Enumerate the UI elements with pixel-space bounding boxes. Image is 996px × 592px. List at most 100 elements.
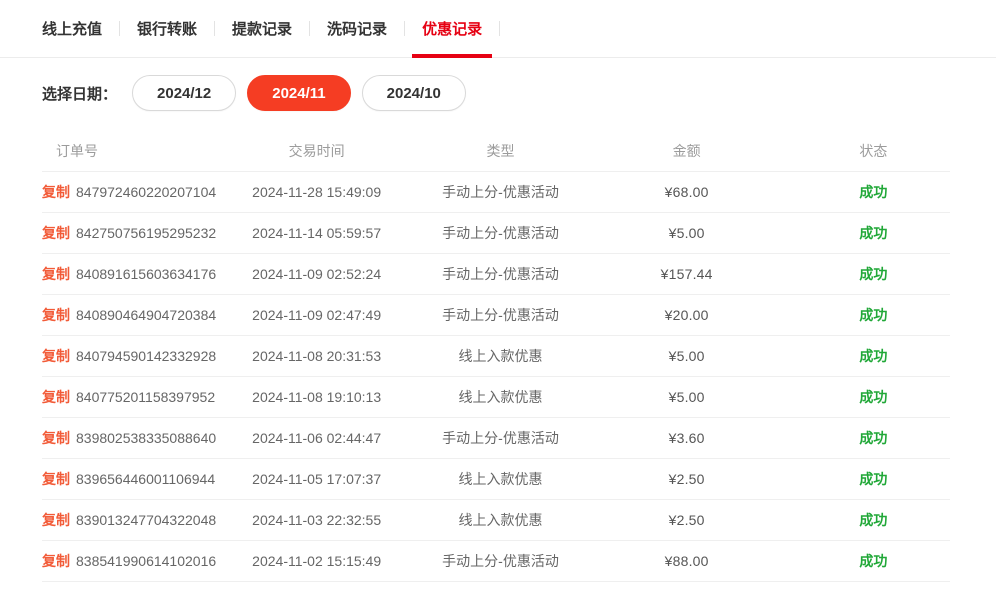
copy-button[interactable]: 复制 <box>42 305 70 325</box>
table-row: 复制 838541990614102016 2024-11-02 15:15:4… <box>42 541 950 582</box>
transaction-time: 2024-11-05 17:07:37 <box>233 471 401 487</box>
order-id-text: 847972460220207104 <box>76 184 216 200</box>
date-filter: 2024/12 2024/11 2024/10 <box>121 75 466 111</box>
transaction-time: 2024-11-02 15:15:49 <box>233 553 401 569</box>
order-cell: 复制 838541990614102016 <box>42 551 233 571</box>
tab-withdrawal-records[interactable]: 提款记录 <box>215 0 309 57</box>
transaction-time: 2024-11-06 02:44:47 <box>233 430 401 446</box>
status-label: 成功 <box>773 182 950 202</box>
table-header-row: 订单号 交易时间 类型 金额 状态 <box>42 130 950 172</box>
copy-button[interactable]: 复制 <box>42 223 70 243</box>
column-header-amount: 金额 <box>600 141 773 161</box>
tab-bank-transfer[interactable]: 银行转账 <box>120 0 214 57</box>
amount-value: ¥68.00 <box>600 184 773 200</box>
amount-value: ¥5.00 <box>600 225 773 241</box>
transaction-time: 2024-11-14 05:59:57 <box>233 225 401 241</box>
status-label: 成功 <box>773 510 950 530</box>
table-row: 复制 839656446001106944 2024-11-05 17:07:3… <box>42 459 950 500</box>
tab-label: 银行转账 <box>137 18 197 39</box>
transaction-time: 2024-11-08 19:10:13 <box>233 389 401 405</box>
column-header-order-id: 订单号 <box>42 141 233 161</box>
amount-value: ¥2.50 <box>600 512 773 528</box>
table-row: 复制 839802538335088640 2024-11-06 02:44:4… <box>42 418 950 459</box>
table-row: 复制 840891615603634176 2024-11-09 02:52:2… <box>42 254 950 295</box>
order-cell: 复制 840794590142332928 <box>42 346 233 366</box>
date-pill-label: 2024/11 <box>272 85 325 102</box>
order-id-text: 840794590142332928 <box>76 348 216 364</box>
tab-promotion-records[interactable]: 优惠记录 <box>405 0 499 57</box>
transaction-time: 2024-11-09 02:52:24 <box>233 266 401 282</box>
transaction-type: 手动上分-优惠活动 <box>401 305 601 325</box>
transaction-type: 手动上分-优惠活动 <box>401 264 601 284</box>
date-filter-label: 选择日期： <box>42 83 117 104</box>
table-row: 复制 840794590142332928 2024-11-08 20:31:5… <box>42 336 950 377</box>
order-cell: 复制 839013247704322048 <box>42 510 233 530</box>
copy-button[interactable]: 复制 <box>42 428 70 448</box>
order-cell: 复制 840891615603634176 <box>42 264 233 284</box>
tab-label: 提款记录 <box>232 18 292 39</box>
order-cell: 复制 839656446001106944 <box>42 469 233 489</box>
tab-rebate-records[interactable]: 洗码记录 <box>310 0 404 57</box>
table-row: 复制 840775201158397952 2024-11-08 19:10:1… <box>42 377 950 418</box>
copy-button[interactable]: 复制 <box>42 469 70 489</box>
status-label: 成功 <box>773 264 950 284</box>
transaction-type: 线上入款优惠 <box>401 346 601 366</box>
tab-divider <box>499 21 500 36</box>
copy-button[interactable]: 复制 <box>42 510 70 530</box>
transaction-type: 线上入款优惠 <box>401 510 601 530</box>
transaction-type: 手动上分-优惠活动 <box>401 428 601 448</box>
transaction-time: 2024-11-28 15:49:09 <box>233 184 401 200</box>
transaction-type: 手动上分-优惠活动 <box>401 551 601 571</box>
copy-button[interactable]: 复制 <box>42 387 70 407</box>
status-label: 成功 <box>773 387 950 407</box>
copy-button[interactable]: 复制 <box>42 264 70 284</box>
records-table: 订单号 交易时间 类型 金额 状态 复制 847972460220207104 … <box>42 111 950 582</box>
transaction-time: 2024-11-09 02:47:49 <box>233 307 401 323</box>
tab-bar: 线上充值 银行转账 提款记录 洗码记录 优惠记录 <box>0 0 996 58</box>
date-pill-2024-11[interactable]: 2024/11 <box>247 75 350 111</box>
order-id-text: 838541990614102016 <box>76 553 216 569</box>
status-label: 成功 <box>773 428 950 448</box>
amount-value: ¥20.00 <box>600 307 773 323</box>
transaction-time: 2024-11-08 20:31:53 <box>233 348 401 364</box>
amount-value: ¥157.44 <box>600 266 773 282</box>
tab-online-recharge[interactable]: 线上充值 <box>42 0 119 57</box>
column-header-status: 状态 <box>773 141 950 161</box>
order-id-text: 839013247704322048 <box>76 512 216 528</box>
amount-value: ¥2.50 <box>600 471 773 487</box>
column-header-type: 类型 <box>401 141 601 161</box>
tab-label: 洗码记录 <box>327 18 387 39</box>
table-row: 复制 839013247704322048 2024-11-03 22:32:5… <box>42 500 950 541</box>
order-cell: 复制 842750756195295232 <box>42 223 233 243</box>
amount-value: ¥3.60 <box>600 430 773 446</box>
order-id-text: 840890464904720384 <box>76 307 216 323</box>
transaction-type: 手动上分-优惠活动 <box>401 182 601 202</box>
amount-value: ¥88.00 <box>600 553 773 569</box>
column-header-time: 交易时间 <box>233 141 401 161</box>
status-label: 成功 <box>773 305 950 325</box>
order-cell: 复制 847972460220207104 <box>42 182 233 202</box>
table-body: 复制 847972460220207104 2024-11-28 15:49:0… <box>42 172 950 582</box>
copy-button[interactable]: 复制 <box>42 346 70 366</box>
order-id-text: 839802538335088640 <box>76 430 216 446</box>
transaction-type: 手动上分-优惠活动 <box>401 223 601 243</box>
copy-button[interactable]: 复制 <box>42 551 70 571</box>
date-pill-label: 2024/10 <box>387 85 441 102</box>
table-row: 复制 842750756195295232 2024-11-14 05:59:5… <box>42 213 950 254</box>
date-pill-2024-10[interactable]: 2024/10 <box>362 75 466 111</box>
status-label: 成功 <box>773 469 950 489</box>
tab-label: 优惠记录 <box>422 18 482 39</box>
table-row: 复制 840890464904720384 2024-11-09 02:47:4… <box>42 295 950 336</box>
order-id-text: 839656446001106944 <box>76 471 215 487</box>
table-row: 复制 847972460220207104 2024-11-28 15:49:0… <box>42 172 950 213</box>
order-cell: 复制 840890464904720384 <box>42 305 233 325</box>
copy-button[interactable]: 复制 <box>42 182 70 202</box>
status-label: 成功 <box>773 223 950 243</box>
transaction-type: 线上入款优惠 <box>401 469 601 489</box>
order-id-text: 842750756195295232 <box>76 225 216 241</box>
order-id-text: 840775201158397952 <box>76 389 215 405</box>
transaction-type: 线上入款优惠 <box>401 387 601 407</box>
amount-value: ¥5.00 <box>600 348 773 364</box>
status-label: 成功 <box>773 346 950 366</box>
date-pill-2024-12[interactable]: 2024/12 <box>132 75 236 111</box>
